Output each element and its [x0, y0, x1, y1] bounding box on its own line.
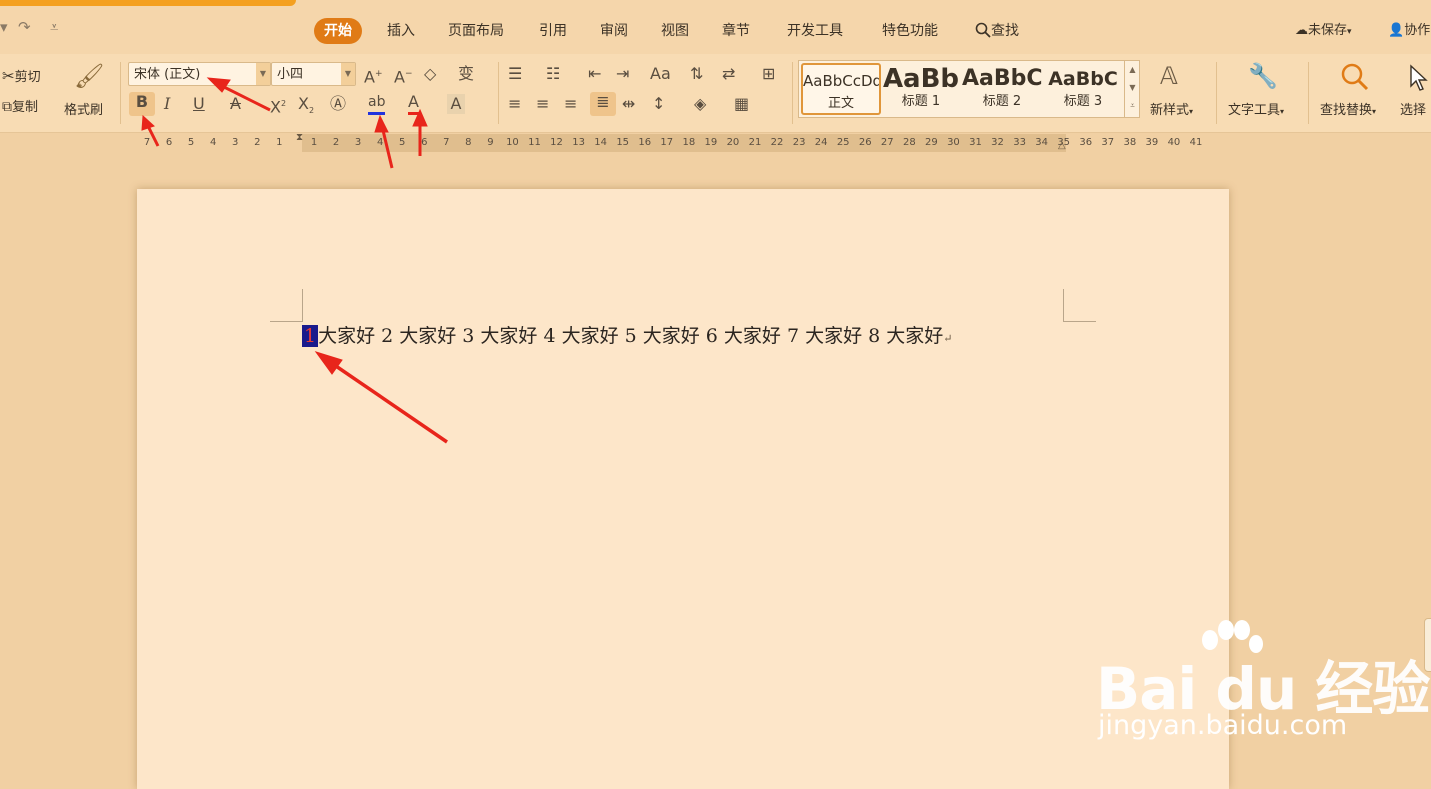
arrow-head [141, 114, 155, 131]
arrow-to-font-family [217, 82, 271, 112]
arrow-to-selection [329, 360, 448, 444]
arrow-head [314, 351, 343, 375]
arrow-head [412, 108, 428, 127]
annotation-arrows [141, 77, 448, 444]
arrow-head [374, 114, 389, 133]
